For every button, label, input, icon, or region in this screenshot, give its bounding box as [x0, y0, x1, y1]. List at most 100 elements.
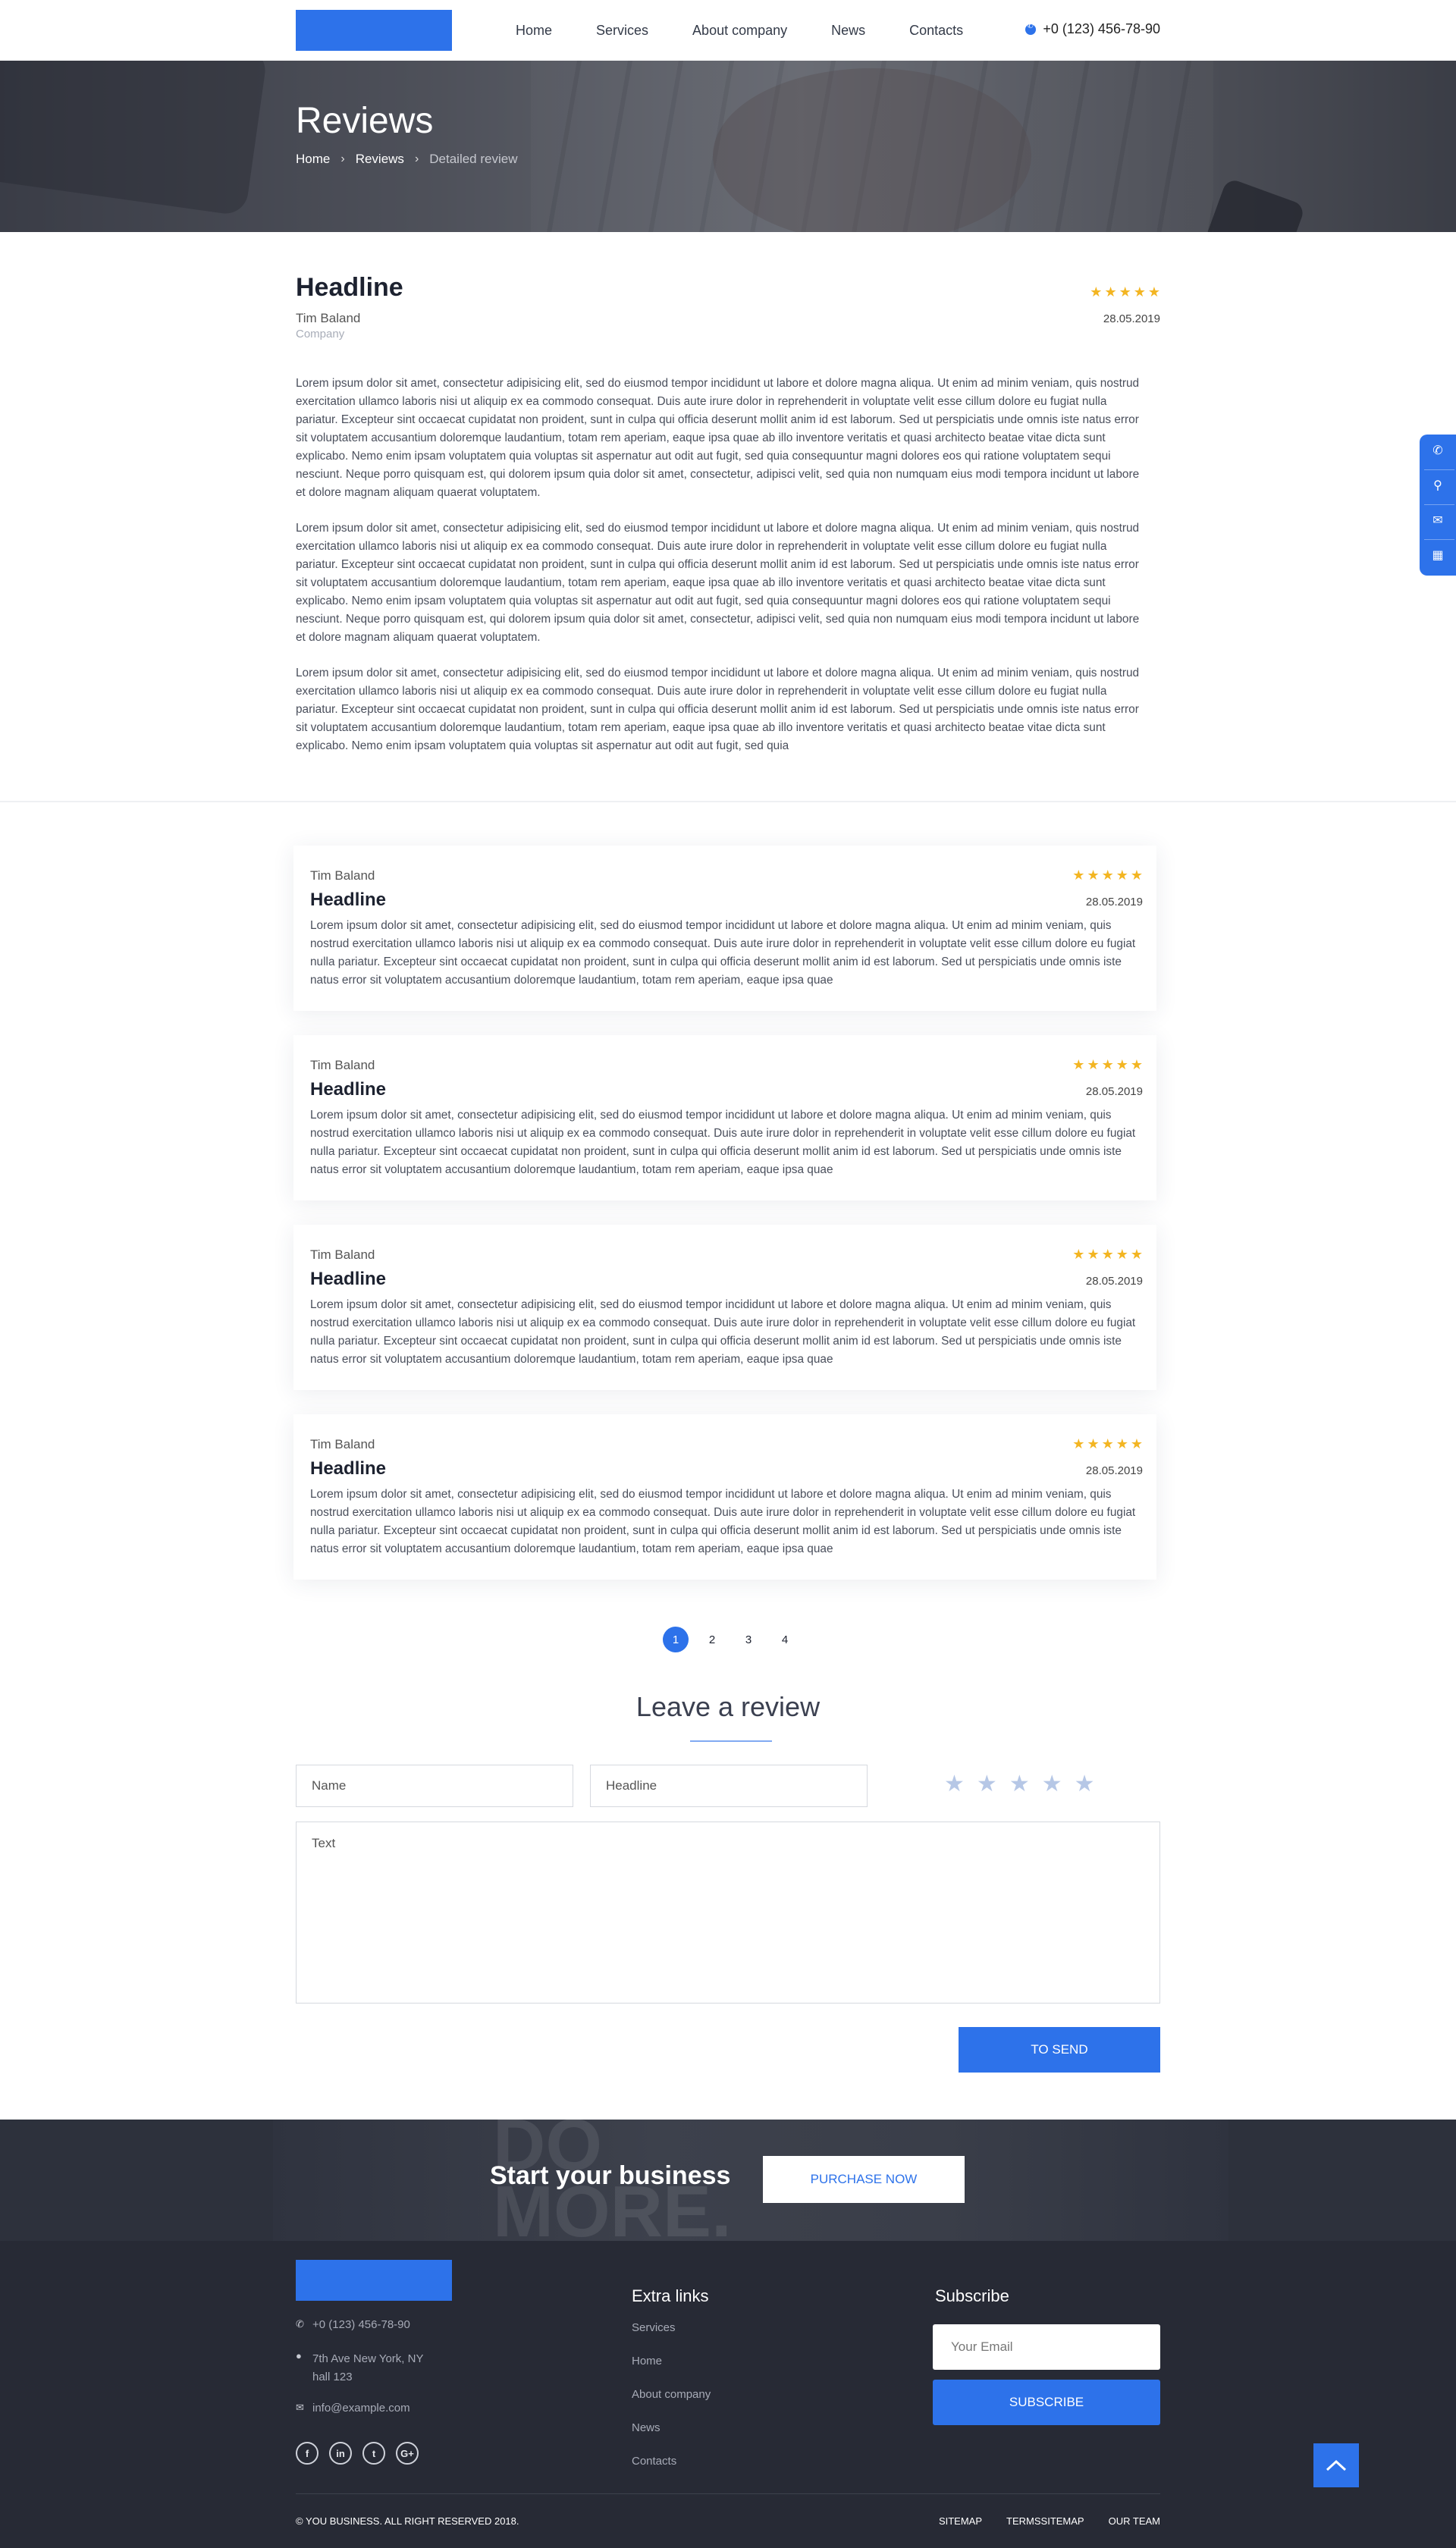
widget-divider: [1424, 504, 1454, 505]
card-headline: Headline: [310, 1079, 387, 1100]
footer-address-line: 7th Ave New York, NY: [312, 2352, 424, 2365]
footer-logo[interactable]: [296, 2260, 452, 2301]
star-icon: ★: [1130, 1057, 1143, 1072]
star-icon: ★: [1104, 284, 1117, 300]
star-icon: ★: [1116, 1247, 1128, 1262]
twitter-icon[interactable]: t: [362, 2442, 385, 2465]
star-icon[interactable]: ★: [1042, 1773, 1062, 1796]
star-icon: ★: [1119, 284, 1131, 300]
widget-divider: [1424, 469, 1454, 470]
review-paragraph: Lorem ipsum dolor sit amet, consectetur …: [296, 522, 1140, 644]
main-nav: Home Services About company News Contact…: [516, 21, 1007, 39]
breadcrumb-reviews[interactable]: Reviews: [356, 152, 404, 167]
review-date: 28.05.2019: [1103, 312, 1160, 325]
send-button[interactable]: TO SEND: [959, 2027, 1160, 2073]
card-headline: Headline: [310, 1269, 387, 1289]
phone-icon[interactable]: ✆: [1429, 442, 1447, 460]
review-card: Tim Baland ★ ★ ★ ★ ★ Headline 28.05.2019 Lor…: [293, 846, 1156, 1011]
nav-contacts[interactable]: Contacts: [909, 21, 963, 39]
card-rating: ★ ★ ★ ★ ★: [1070, 1437, 1143, 1451]
card-author: Tim Baland: [310, 1437, 375, 1451]
star-icon[interactable]: ★: [977, 1773, 997, 1796]
review-text-field[interactable]: Text: [296, 1822, 1160, 2004]
star-icon: ★: [1072, 1057, 1085, 1072]
footer-link-terms[interactable]: TERMSSITEMAP: [1006, 2515, 1084, 2527]
name-field[interactable]: Name: [296, 1765, 573, 1807]
map-pin-icon: ●: [296, 2350, 302, 2361]
review-company: Company: [296, 328, 345, 340]
review-headline: Headline: [296, 273, 403, 302]
extra-links: Services Home About company News Contact…: [632, 2319, 711, 2486]
review-body: Lorem ipsum dolor sit amet, consectetur …: [296, 375, 1145, 773]
extra-links-heading: Extra links: [632, 2286, 709, 2305]
header-phone-number: +0 (123) 456-78-90: [1043, 21, 1160, 36]
star-icon[interactable]: ★: [1075, 1773, 1095, 1796]
cta-title: Start your business: [490, 2161, 731, 2190]
footer-address-text: 7th Ave New York, NY hall 123: [312, 2350, 423, 2386]
footer-bottom-links: SITEMAP TERMSSITEMAP OUR TEAM: [915, 2515, 1160, 2527]
chat-icon[interactable]: ✉: [1429, 512, 1447, 530]
card-headline: Headline: [310, 1458, 387, 1479]
subscribe-button[interactable]: SUBSCRIBE: [933, 2380, 1160, 2425]
subscribe-heading: Subscribe: [935, 2286, 1009, 2305]
page-1[interactable]: 1: [663, 1627, 689, 1652]
card-headline: Headline: [310, 890, 387, 910]
card-rating: ★ ★ ★ ★ ★: [1070, 1247, 1143, 1261]
facebook-icon[interactable]: f: [296, 2442, 318, 2465]
page-title: Reviews: [296, 101, 434, 141]
nav-about[interactable]: About company: [692, 21, 787, 39]
map-pin-icon[interactable]: ⚲: [1429, 477, 1447, 495]
star-icon: ★: [1072, 1436, 1085, 1451]
basket-icon[interactable]: ▦: [1429, 547, 1447, 565]
footer-phone[interactable]: ✆ +0 (123) 456-78-90: [296, 2318, 410, 2331]
star-icon[interactable]: ★: [944, 1773, 965, 1796]
star-icon: ★: [1130, 1436, 1143, 1451]
star-icon: ★: [1101, 1057, 1114, 1072]
star-icon: ★: [1087, 868, 1100, 883]
page-banner: Reviews Home › Reviews › Detailed review: [0, 61, 1456, 232]
star-icon: ★: [1130, 1247, 1143, 1262]
footer-link-about[interactable]: About company: [632, 2386, 711, 2419]
side-contact-widget: ✆ ⚲ ✉ ▦: [1420, 435, 1456, 576]
footer-link-services[interactable]: Services: [632, 2319, 711, 2352]
section-divider: [0, 801, 1456, 802]
google-plus-icon[interactable]: G+: [396, 2442, 419, 2465]
review-paragraph: Lorem ipsum dolor sit amet, consectetur …: [296, 667, 1140, 752]
footer-divider: [296, 2493, 1160, 2494]
star-icon: ★: [1087, 1247, 1100, 1262]
site-footer: ✆ +0 (123) 456-78-90 ● 7th Ave New York,…: [0, 2241, 1456, 2548]
footer-link-team[interactable]: OUR TEAM: [1109, 2515, 1160, 2527]
rating-picker: ★ ★ ★ ★ ★: [944, 1773, 1107, 1796]
breadcrumb-home[interactable]: Home: [296, 152, 330, 167]
purchase-button[interactable]: PURCHASE NOW: [763, 2156, 965, 2203]
star-icon[interactable]: ★: [1009, 1773, 1030, 1796]
footer-email[interactable]: ✉ info@example.com: [296, 2402, 410, 2415]
star-icon: ★: [1090, 284, 1103, 300]
headline-field[interactable]: Headline: [590, 1765, 868, 1807]
header-phone[interactable]: +0 (123) 456-78-90: [1025, 21, 1160, 37]
subscribe-email-input[interactable]: Your Email: [933, 2324, 1160, 2370]
nav-services[interactable]: Services: [596, 21, 648, 39]
star-icon: ★: [1147, 284, 1160, 300]
banner-overlay: [0, 61, 1456, 232]
review-card: Tim Baland ★ ★ ★ ★ ★ Headline 28.05.2019 Lor…: [293, 1414, 1156, 1580]
footer-link-sitemap[interactable]: SITEMAP: [939, 2515, 982, 2527]
footer-link-home[interactable]: Home: [632, 2352, 711, 2386]
scroll-to-top-button[interactable]: [1313, 2443, 1359, 2487]
page-4[interactable]: 4: [772, 1627, 798, 1652]
card-rating: ★ ★ ★ ★ ★: [1070, 1058, 1143, 1072]
page-3[interactable]: 3: [736, 1627, 761, 1652]
widget-divider: [1424, 539, 1454, 540]
card-text: Lorem ipsum dolor sit amet, consectetur …: [310, 919, 1136, 987]
linkedin-icon[interactable]: in: [329, 2442, 352, 2465]
page-2[interactable]: 2: [699, 1627, 725, 1652]
footer-link-news[interactable]: News: [632, 2419, 711, 2452]
star-icon: ★: [1130, 868, 1143, 883]
nav-home[interactable]: Home: [516, 21, 552, 39]
footer-link-contacts[interactable]: Contacts: [632, 2452, 711, 2486]
footer-email-text: info@example.com: [312, 2402, 410, 2415]
star-icon: ★: [1072, 1247, 1085, 1262]
logo[interactable]: [296, 10, 452, 51]
nav-news[interactable]: News: [831, 21, 865, 39]
cta-background: [273, 2120, 1228, 2241]
